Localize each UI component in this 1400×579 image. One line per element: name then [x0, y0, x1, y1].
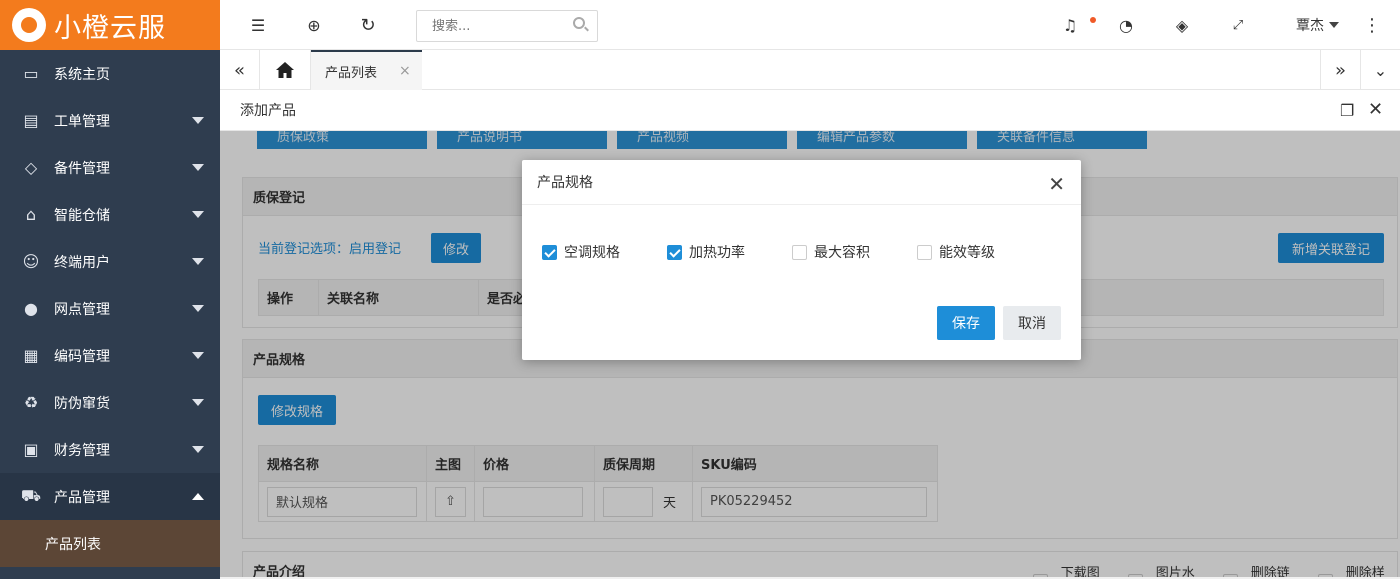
caret-down-icon	[192, 164, 204, 171]
notification-dot	[1090, 17, 1096, 23]
sidebar-item-label: 终端用户	[54, 254, 110, 271]
home-icon	[276, 62, 294, 78]
recycle-icon: ♻	[23, 393, 39, 412]
bell-icon[interactable]: ♫	[1058, 0, 1082, 50]
tab-scroll-right-icon[interactable]: »	[1320, 50, 1360, 90]
tab-scroll-left-icon[interactable]: «	[220, 50, 260, 90]
fullscreen-icon[interactable]: ⤢	[1226, 0, 1250, 50]
close-icon[interactable]: ✕	[1368, 99, 1383, 120]
sidebar-item-warehouse[interactable]: ⌂ 智能仓储	[0, 191, 220, 238]
palette-icon[interactable]: ◔	[1114, 0, 1138, 50]
sidebar-item-label: 智能仓储	[54, 207, 110, 224]
sidebar-item-label: 产品管理	[54, 489, 110, 506]
caret-down-icon	[192, 258, 204, 265]
sidebar-subitem-product-list[interactable]: 产品列表	[0, 520, 220, 567]
user-menu[interactable]: 覃杰	[1296, 0, 1339, 50]
sidebar: 小橙云服 ▭ 系统主页 ▤ 工单管理 ◇ 备件管理 ⌂ 智能仓储 ☺ 终端用户 …	[0, 0, 220, 579]
tab-product-list[interactable]: 产品列表 ×	[311, 50, 422, 90]
option-ac-spec[interactable]: 空调规格	[542, 242, 667, 262]
logo[interactable]: 小橙云服	[0, 0, 220, 50]
spec-options: 空调规格 加热功率 最大容积 能效等级	[542, 242, 1042, 262]
sidebar-nav: ▭ 系统主页 ▤ 工单管理 ◇ 备件管理 ⌂ 智能仓储 ☺ 终端用户 ● 网点管…	[0, 50, 220, 579]
option-label: 能效等级	[939, 245, 995, 261]
option-label: 最大容积	[814, 245, 870, 261]
user-icon: ☺	[22, 252, 40, 271]
sidebar-item-label: 系统主页	[54, 66, 110, 83]
sidebar-item-label: 网点管理	[54, 301, 110, 318]
tab-label: 产品列表	[325, 65, 378, 81]
money-icon: ▣	[23, 440, 39, 459]
search-icon[interactable]	[573, 17, 585, 29]
close-icon[interactable]: ✕	[1048, 172, 1065, 196]
app-name: 小橙云服	[54, 12, 166, 44]
checkbox[interactable]	[792, 244, 807, 260]
sidebar-item-workorder[interactable]: ▤ 工单管理	[0, 97, 220, 144]
globe-icon[interactable]: ⊕	[302, 0, 326, 50]
sidebar-item-endusers[interactable]: ☺ 终端用户	[0, 238, 220, 285]
page-title-bar: 添加产品 ❐ ✕	[220, 90, 1400, 131]
document-icon: ▤	[23, 111, 39, 130]
modal-title: 产品规格	[537, 175, 593, 191]
caret-down-icon	[192, 446, 204, 453]
top-bar: ☰ ⊕ ↻ ♫ ◔ ◈ ⤢ 覃杰 ⋮	[220, 0, 1400, 50]
sidebar-item-products[interactable]: ⛟ 产品管理	[0, 473, 220, 520]
cart-icon: ⛟	[20, 486, 42, 505]
save-button[interactable]: 保存	[937, 306, 995, 340]
caret-down-icon	[1329, 22, 1339, 28]
monitor-icon: ▭	[23, 64, 39, 83]
checkbox-checked[interactable]	[542, 244, 557, 260]
cancel-button[interactable]: 取消	[1003, 306, 1061, 340]
caret-down-icon	[192, 399, 204, 406]
user-name: 覃杰	[1296, 18, 1324, 34]
sidebar-item-coding[interactable]: ▦ 编码管理	[0, 332, 220, 379]
maximize-icon[interactable]: ❐	[1340, 101, 1354, 120]
menu-toggle-icon[interactable]: ☰	[246, 0, 270, 50]
sidebar-item-label: 编码管理	[54, 348, 110, 365]
sidebar-item-label: 财务管理	[54, 442, 110, 459]
sidebar-item-label: 工单管理	[54, 113, 110, 130]
more-vertical-icon[interactable]: ⋮	[1360, 0, 1384, 50]
sidebar-item-finance[interactable]: ▣ 财务管理	[0, 426, 220, 473]
chevron-down-icon[interactable]: ⌄	[1360, 50, 1400, 90]
checkbox[interactable]	[917, 244, 932, 260]
checkbox-checked[interactable]	[667, 244, 682, 260]
grid-icon: ▦	[23, 346, 39, 365]
sidebar-divider	[0, 567, 220, 579]
sidebar-item-label: 防伪窜货	[54, 395, 110, 412]
caret-down-icon	[192, 211, 204, 218]
sidebar-item-label: 备件管理	[54, 160, 110, 177]
option-energy-rating[interactable]: 能效等级	[917, 242, 1042, 262]
tab-close-icon[interactable]: ×	[399, 63, 411, 79]
tab-bar: « 产品列表 × » ⌄	[220, 50, 1400, 90]
diamond-link-icon: ◇	[24, 158, 38, 177]
orange-logo-icon	[12, 8, 46, 42]
search-input[interactable]	[416, 10, 598, 42]
page-title: 添加产品	[240, 103, 296, 119]
option-label: 加热功率	[689, 245, 745, 261]
caret-up-icon	[192, 493, 204, 500]
globe-icon: ●	[24, 299, 38, 318]
refresh-icon[interactable]: ↻	[356, 0, 380, 50]
bank-icon: ⌂	[25, 205, 37, 224]
tag-icon[interactable]: ◈	[1170, 0, 1194, 50]
option-label: 空调规格	[564, 245, 620, 261]
caret-down-icon	[192, 305, 204, 312]
sidebar-item-outlets[interactable]: ● 网点管理	[0, 285, 220, 332]
tab-home[interactable]	[260, 50, 311, 90]
caret-down-icon	[192, 352, 204, 359]
sidebar-item-anticounterfeit[interactable]: ♻ 防伪窜货	[0, 379, 220, 426]
sidebar-item-spareparts[interactable]: ◇ 备件管理	[0, 144, 220, 191]
option-heating-power[interactable]: 加热功率	[667, 242, 792, 262]
option-max-volume[interactable]: 最大容积	[792, 242, 917, 262]
modal-header: 产品规格 ✕	[522, 160, 1081, 205]
caret-down-icon	[192, 117, 204, 124]
spec-modal: 产品规格 ✕ 空调规格 加热功率 最大容积 能效等级 保存 取消	[522, 160, 1081, 360]
sidebar-item-home[interactable]: ▭ 系统主页	[0, 50, 220, 97]
